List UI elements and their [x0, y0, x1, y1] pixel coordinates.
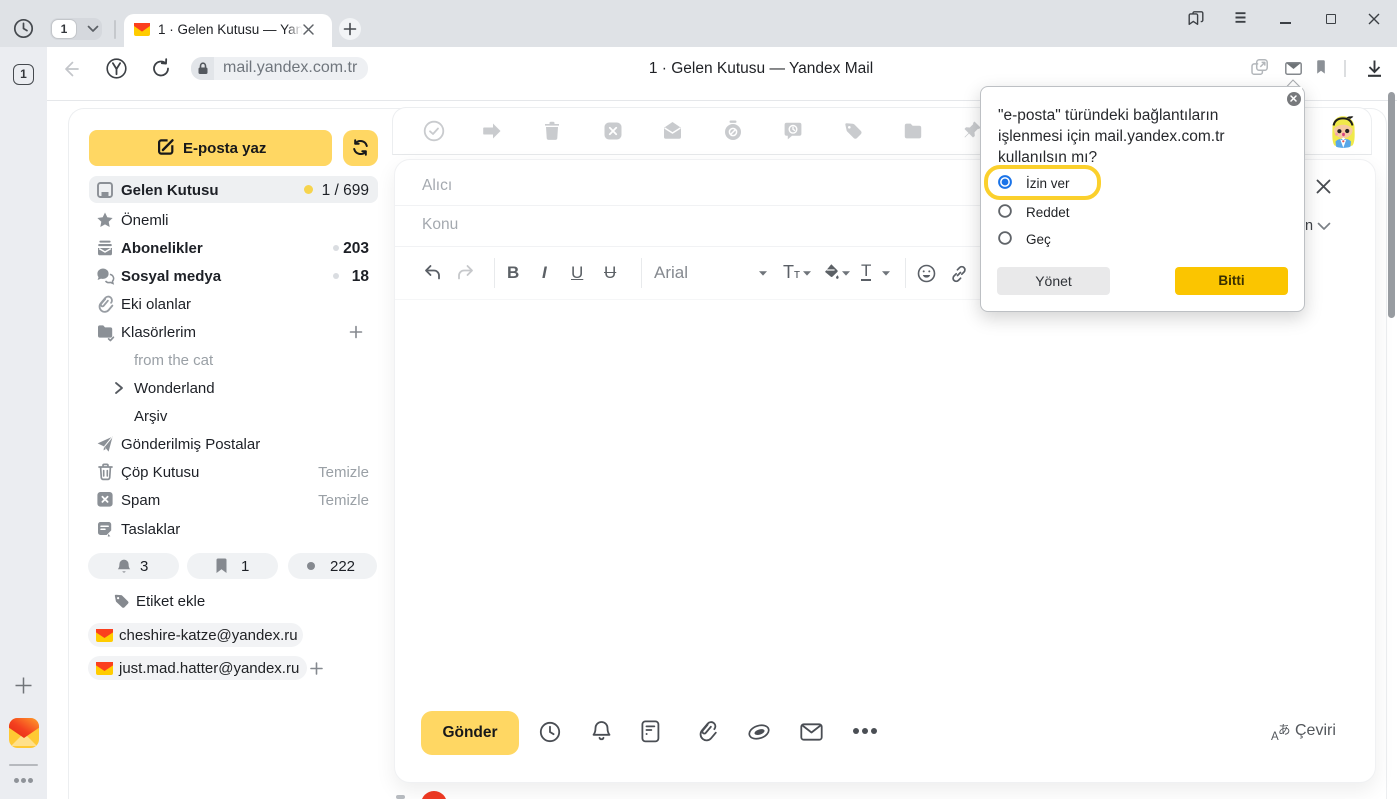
svg-text:あ: あ	[1278, 723, 1291, 737]
